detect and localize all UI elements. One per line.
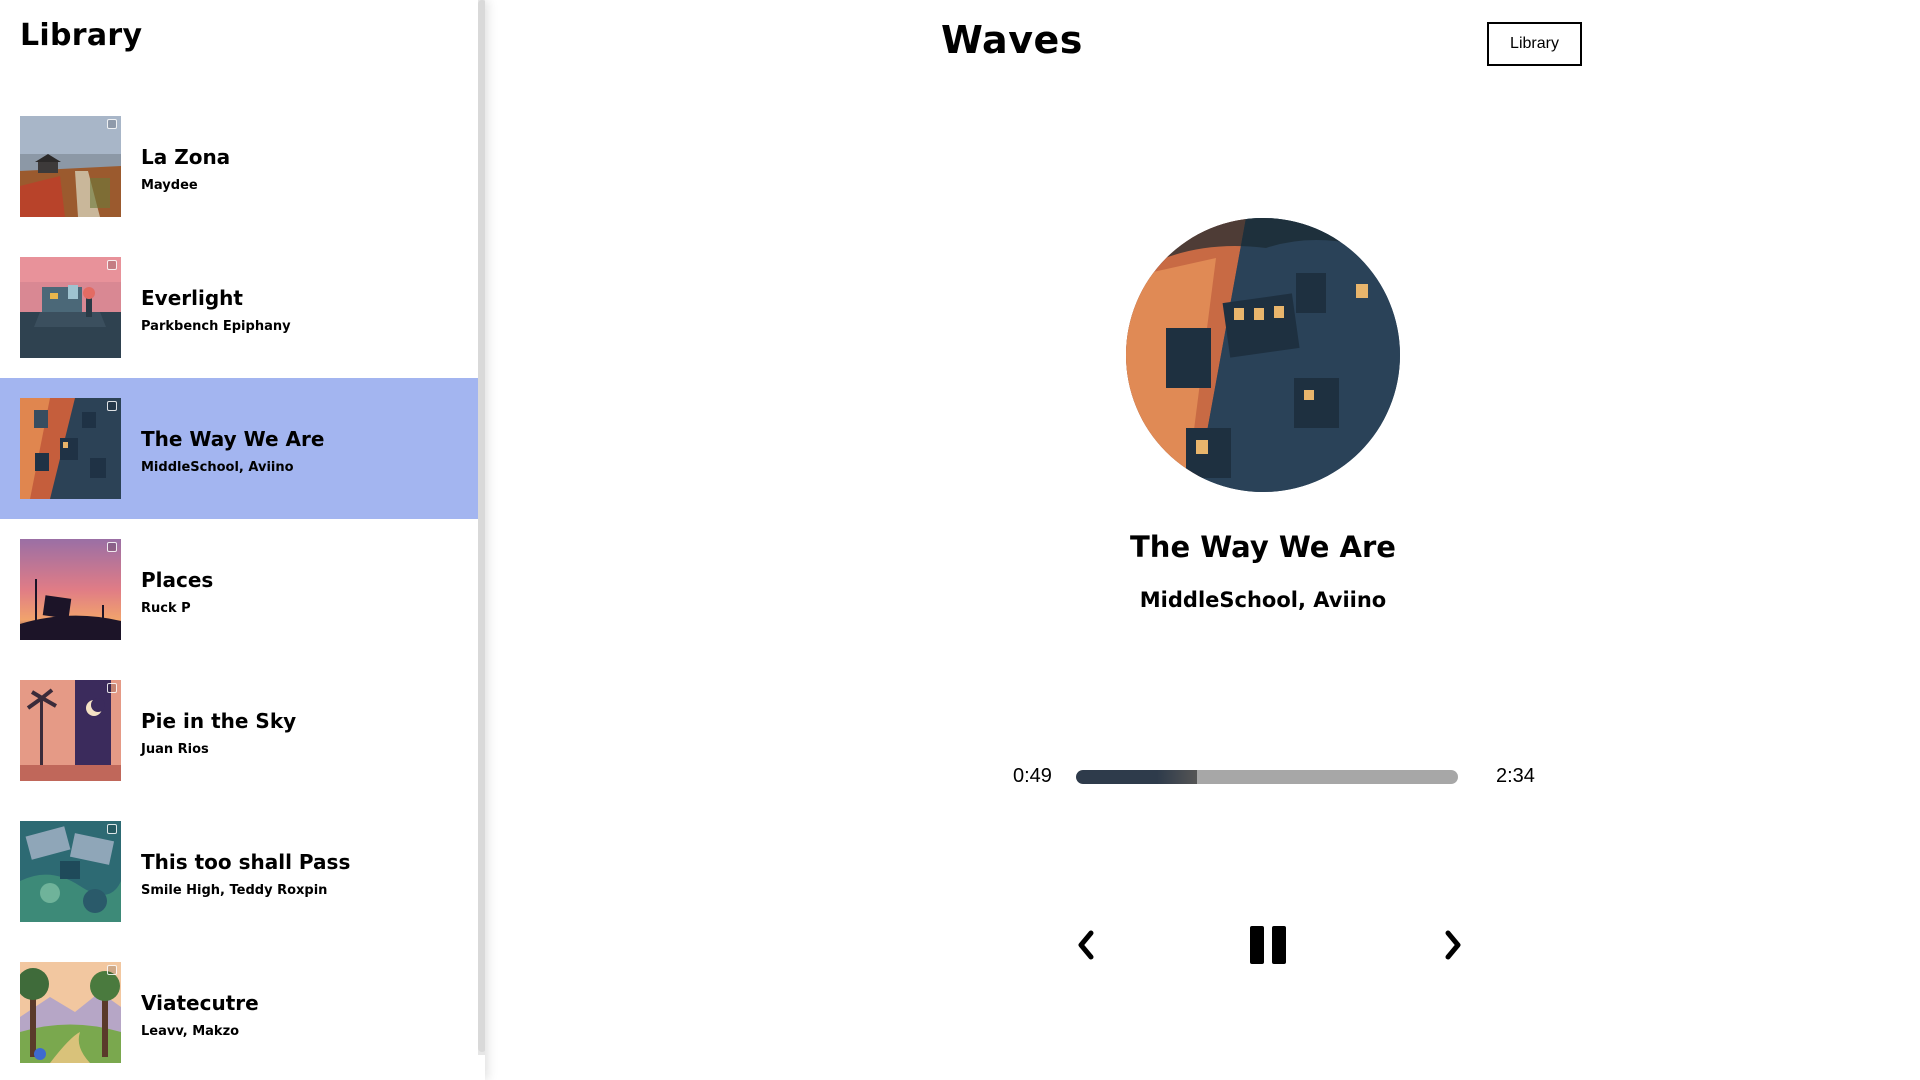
song-item[interactable]: Everlight Parkbench Epiphany — [0, 237, 478, 378]
pause-icon — [1250, 926, 1286, 964]
now-playing-artist: MiddleSchool, Aviino — [1139, 588, 1387, 612]
song-title: The Way We Are — [141, 427, 325, 451]
player-main: Waves Library The Way We Are MiddleSchoo… — [486, 0, 1920, 1080]
song-item[interactable]: Pie in the Sky Juan Rios — [0, 660, 478, 801]
album-cover-image — [20, 821, 121, 922]
song-title: This too shall Pass — [141, 850, 351, 874]
song-artist: Smile High, Teddy Roxpin — [141, 883, 328, 898]
song-artist: Leavv, Makzo — [141, 1024, 240, 1039]
song-artist: Juan Rios — [141, 742, 209, 757]
song-item[interactable]: Viatecutre Leavv, Makzo — [0, 942, 478, 1080]
song-item[interactable]: This too shall Pass Smile High, Teddy Ro… — [0, 801, 478, 942]
song-list: La Zona Maydee Everlight Parkbench Epiph… — [0, 96, 478, 1080]
library-title: Library — [20, 18, 143, 53]
total-time: 2:34 — [1496, 765, 1535, 787]
app-title: Waves — [941, 18, 1083, 62]
album-cover-image — [20, 680, 121, 781]
progress-slider[interactable] — [1076, 770, 1458, 784]
song-title: La Zona — [141, 145, 231, 169]
song-artist: Maydee — [141, 178, 198, 193]
song-artist: Ruck P — [141, 601, 191, 616]
album-cover-image — [20, 962, 121, 1063]
current-time: 0:49 — [1013, 765, 1052, 787]
album-cover-image — [20, 398, 121, 499]
song-artist: Parkbench Epiphany — [141, 319, 291, 334]
now-playing-title: The Way We Are — [1130, 530, 1396, 564]
album-cover-image — [20, 257, 121, 358]
album-cover-image — [20, 116, 121, 217]
next-button[interactable] — [1433, 924, 1473, 966]
song-item[interactable]: La Zona Maydee — [0, 96, 478, 237]
library-toggle-button[interactable]: Library — [1487, 22, 1582, 66]
song-item[interactable]: The Way We Are MiddleSchool, Aviino — [0, 378, 478, 519]
chevron-left-icon — [1078, 930, 1094, 960]
song-title: Viatecutre — [141, 991, 259, 1015]
song-title: Places — [141, 568, 214, 592]
song-item[interactable]: Places Ruck P — [0, 519, 478, 660]
song-title: Everlight — [141, 286, 243, 310]
chevron-right-icon — [1445, 930, 1461, 960]
song-title: Pie in the Sky — [141, 709, 297, 733]
play-pause-button[interactable] — [1248, 924, 1288, 966]
previous-button[interactable] — [1066, 924, 1106, 966]
sidebar-scrollbar-thumb[interactable] — [478, 0, 485, 1052]
library-sidebar: Library La Zona Maydee Everlight Parkben… — [0, 0, 485, 1080]
song-artist: MiddleSchool, Aviino — [141, 460, 294, 475]
now-playing-cover — [1126, 218, 1400, 492]
album-cover-image — [20, 539, 121, 640]
progress-fill — [1076, 770, 1198, 784]
